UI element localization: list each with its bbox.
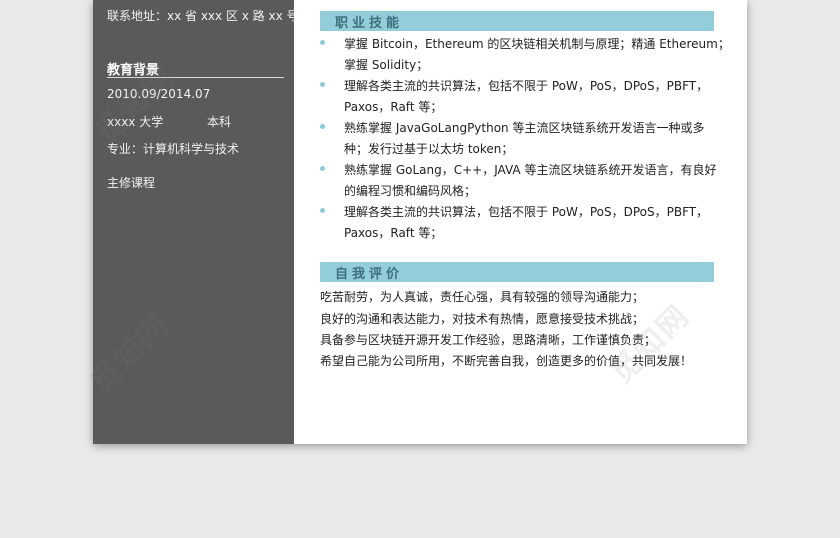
skill-line: 理解各类主流的共识算法，包括不限于 PoW，PoS，DPoS，PBFT， bbox=[344, 205, 709, 219]
list-item: 掌握 Bitcoin，Ethereum 的区块链相关机制与原理；精通 Ether… bbox=[320, 34, 730, 76]
evaluation-line: 吃苦耐劳，为人真诚，责任心强，具有较强的领导沟通能力； bbox=[320, 290, 645, 304]
skill-line: 熟练掌握 GoLang，C++，JAVA 等主流区块链系统开发语言，有良好 bbox=[344, 163, 717, 177]
skill-line: 种；发行过基于以太坊 token； bbox=[344, 142, 514, 156]
list-item: 熟练掌握 JavaGoLangPython 等主流区块链系统开发语言一种或多 种… bbox=[320, 118, 714, 160]
skill-line: 的编程习惯和编码风格； bbox=[344, 184, 477, 198]
skill-line: 掌握 Solidity； bbox=[344, 58, 429, 72]
skill-line: 熟练掌握 JavaGoLangPython 等主流区块链系统开发语言一种或多 bbox=[344, 121, 705, 135]
bullet-icon bbox=[320, 166, 325, 171]
education-courses: 主修课程 bbox=[107, 176, 156, 190]
skill-line: Paxos，Raft 等； bbox=[344, 226, 443, 240]
skills-title: 职业技能 bbox=[335, 16, 404, 31]
evaluation-title: 自我评价 bbox=[335, 267, 404, 282]
bullet-icon bbox=[320, 208, 325, 213]
list-item: 熟练掌握 GoLang，C++，JAVA 等主流区块链系统开发语言，有良好 的编… bbox=[320, 160, 717, 202]
list-item: 理解各类主流的共识算法，包括不限于 PoW，PoS，DPoS，PBFT， Pax… bbox=[320, 202, 714, 244]
bullet-icon bbox=[320, 40, 325, 45]
skill-line: 理解各类主流的共识算法，包括不限于 PoW，PoS，DPoS，PBFT， bbox=[344, 79, 709, 93]
main-content: 职业技能 掌握 Bitcoin，Ethereum 的区块链相关机制与原理；精通 … bbox=[294, 0, 747, 444]
skill-line: Paxos，Raft 等； bbox=[344, 100, 443, 114]
list-item: 理解各类主流的共识算法，包括不限于 PoW，PoS，DPoS，PBFT， Pax… bbox=[320, 76, 714, 118]
skill-line: 掌握 Bitcoin，Ethereum 的区块链相关机制与原理；精通 Ether… bbox=[344, 37, 730, 51]
evaluation-line: 具备参与区块链开源开发工作经验，思路清晰，工作谨慎负责； bbox=[320, 333, 657, 347]
education-degree: 本科 bbox=[207, 115, 232, 129]
evaluation-section-header: 自我评价 bbox=[320, 262, 714, 282]
evaluation-line: 良好的沟通和表达能力，对技术有热情，愿意接受技术挑战； bbox=[320, 312, 645, 326]
contact-address: 联系地址：xx 省 xxx 区 x 路 xx 号 bbox=[107, 9, 299, 23]
skills-section-header: 职业技能 bbox=[320, 11, 714, 31]
bullet-icon bbox=[320, 124, 325, 129]
bullet-icon bbox=[320, 82, 325, 87]
resume-page: 联系地址：xx 省 xxx 区 x 路 xx 号 教育背景 2010.09/20… bbox=[93, 0, 747, 444]
education-major: 专业：计算机科学与技术 bbox=[107, 142, 240, 156]
